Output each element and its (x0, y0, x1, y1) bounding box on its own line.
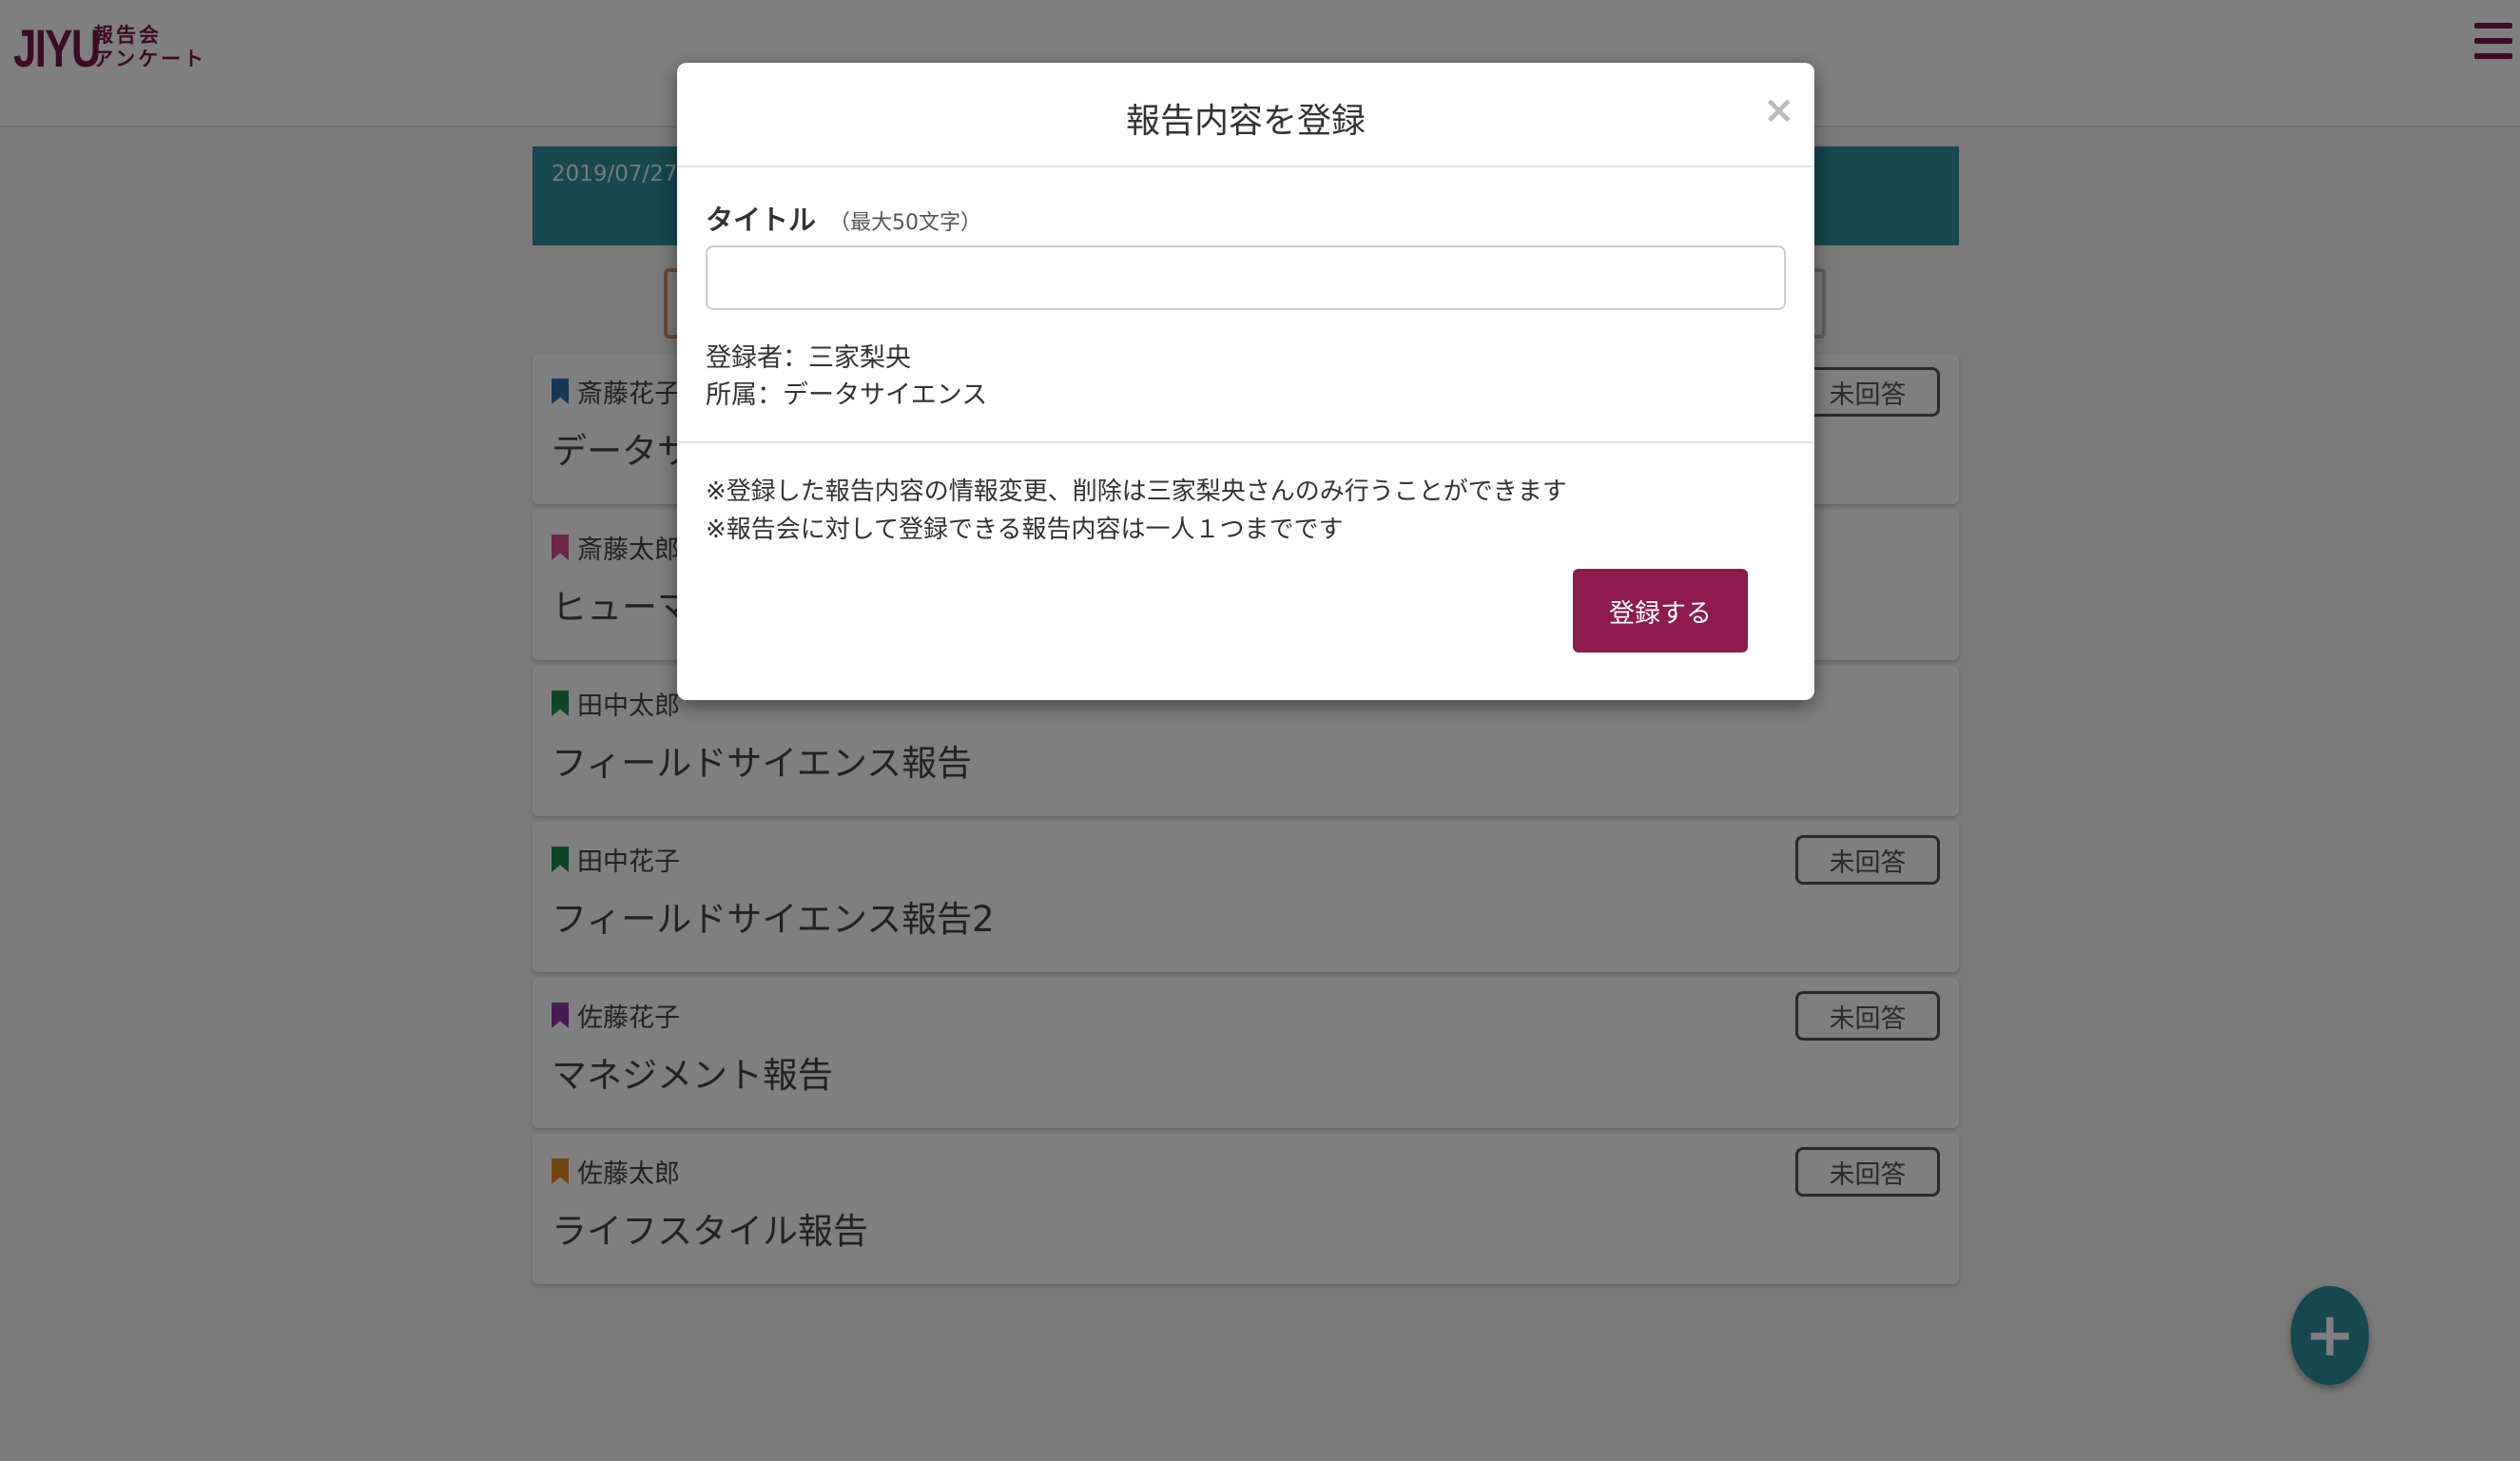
register-button[interactable]: 登録する (1573, 569, 1748, 653)
title-input[interactable] (706, 245, 1786, 310)
register-report-dialog: 報告内容を登録 × タイトル （最大50文字） 登録者：三家梨央 所属：データサイ… (677, 63, 1814, 700)
registrant-text: 登録者：三家梨央 (706, 343, 911, 373)
modal-title: 報告内容を登録 (1125, 102, 1366, 141)
modal-header: 報告内容を登録 × (677, 63, 1814, 167)
title-field-label: タイトル （最大50文字） (706, 198, 981, 238)
close-icon[interactable]: × (1763, 91, 1795, 129)
note-one-per-person: ※報告会に対して登録できる報告内容は一人１つまでです (706, 516, 1344, 544)
modal-footer: ※登録した報告内容の情報変更、削除は三家梨央さんのみ行うことができます ※報告会… (677, 441, 1814, 700)
affiliation-text: 所属：データサイエンス (706, 380, 988, 410)
note-edit-permission: ※登録した報告内容の情報変更、削除は三家梨央さんのみ行うことができます (706, 477, 1567, 506)
title-label-text: タイトル (706, 204, 817, 236)
title-length-hint: （最大50文字） (829, 211, 982, 235)
